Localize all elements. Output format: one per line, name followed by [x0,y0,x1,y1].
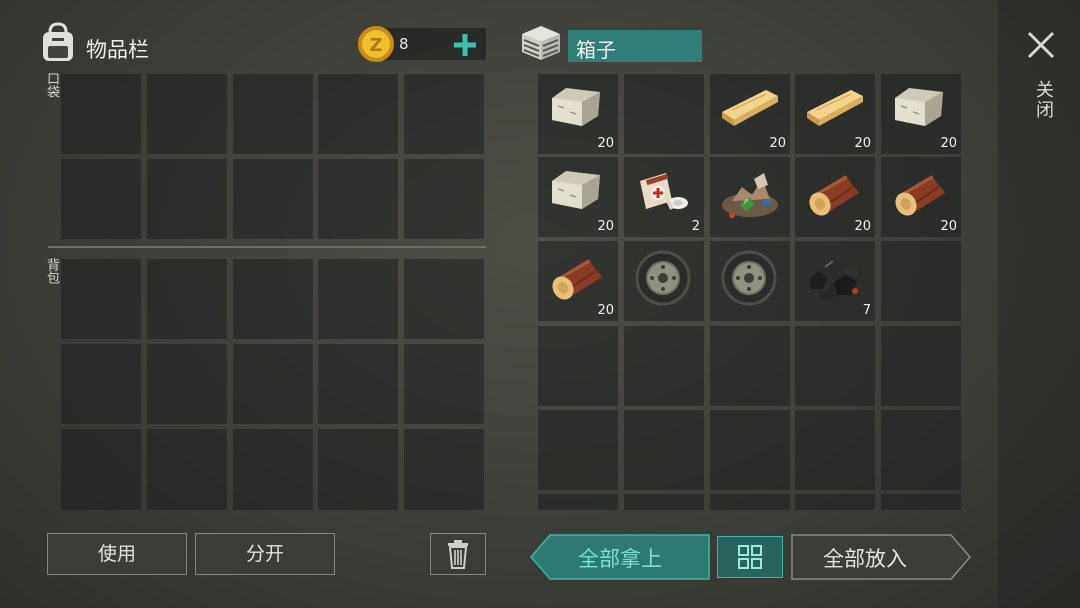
container-title-field[interactable]: 箱子 [568,30,702,62]
container-slot[interactable] [710,326,790,406]
container-slot[interactable] [795,494,875,510]
container-slot[interactable] [710,494,790,510]
container-slot[interactable]: 20 [538,241,618,321]
pocket-slot[interactable] [404,74,484,154]
backpack-label: 背包 [44,258,59,284]
backpack-slot[interactable] [318,344,398,424]
backpack-slot[interactable] [233,429,313,510]
pocket-slot[interactable] [318,159,398,239]
box-icon [518,22,564,62]
pocket-slot[interactable] [233,74,313,154]
close-icon[interactable] [1026,30,1056,60]
backpack-slot[interactable] [147,259,227,339]
item-count: 20 [940,136,957,151]
container-slot[interactable]: 20 [538,74,618,154]
backpack-slot[interactable] [404,429,484,510]
pocket-slot[interactable] [61,159,141,239]
backpack-slot[interactable] [61,259,141,339]
pocket-slot[interactable] [404,159,484,239]
container-slot[interactable]: 20 [795,74,875,154]
backpack-slot[interactable] [233,259,313,339]
sort-button[interactable] [717,536,783,578]
coin-count: 8 [399,35,409,53]
split-button[interactable]: 分开 [195,533,335,575]
item-count: 20 [597,303,614,318]
container-slot[interactable]: 20 [881,74,961,154]
container-slot[interactable] [538,494,618,510]
container-slot[interactable] [881,410,961,490]
take-all-button[interactable]: 全部拿上 [530,534,710,580]
item-count: 20 [597,136,614,151]
container-slot[interactable] [710,241,790,321]
inventory-title: 物品栏 [86,38,149,62]
backpack-slot[interactable] [61,344,141,424]
container-slot[interactable] [624,241,704,321]
container-slot[interactable] [710,410,790,490]
backpack-slot[interactable] [233,344,313,424]
container-slot[interactable] [881,241,961,321]
container-slot[interactable] [795,410,875,490]
item-count: 20 [769,136,786,151]
pocket-slot[interactable] [318,74,398,154]
use-button[interactable]: 使用 [47,533,187,575]
add-coins-plus-icon[interactable] [452,32,478,58]
pocket-slot[interactable] [61,74,141,154]
close-label[interactable]: 关闭 [1030,80,1056,120]
backpack-slot[interactable] [61,429,141,510]
container-slot[interactable]: 20 [881,157,961,237]
take-all-label: 全部拿上 [578,547,662,571]
container-slot[interactable]: 7 [795,241,875,321]
item-count: 20 [854,136,871,151]
pocket-slot[interactable] [147,74,227,154]
item-count: 20 [854,219,871,234]
item-count: 2 [691,219,700,234]
backpack-slot[interactable] [318,429,398,510]
item-count: 7 [862,303,871,318]
svg-text:Z: Z [369,35,382,56]
backpack-slot[interactable] [147,429,227,510]
container-slot[interactable] [710,157,790,237]
container-slot[interactable] [795,326,875,406]
container-slot[interactable]: 20 [795,157,875,237]
backpack-slot[interactable] [404,259,484,339]
put-all-button[interactable]: 全部放入 [791,534,971,580]
container-slot[interactable] [538,326,618,406]
backpack-slot[interactable] [318,259,398,339]
backpack-icon [38,22,78,64]
trash-icon [448,540,468,569]
pocket-slot[interactable] [233,159,313,239]
put-all-label: 全部放入 [823,547,907,571]
container-slot[interactable]: 2 [624,157,704,237]
container-slot[interactable]: 20 [538,157,618,237]
container-slot[interactable] [624,410,704,490]
pocket-label: 口袋 [44,72,59,98]
backpack-slot[interactable] [147,344,227,424]
container-slot[interactable] [624,326,704,406]
coin-icon: Z [356,24,396,64]
pocket-divider [48,246,486,248]
trash-button[interactable] [430,533,486,575]
container-slot[interactable]: 20 [710,74,790,154]
container-slot[interactable] [624,494,704,510]
item-count: 20 [940,219,957,234]
backpack-slot[interactable] [404,344,484,424]
item-count: 20 [597,219,614,234]
pocket-slot[interactable] [147,159,227,239]
container-slot[interactable] [538,410,618,490]
container-title: 箱子 [576,38,616,62]
container-slot[interactable] [881,326,961,406]
container-slot[interactable] [881,494,961,510]
grid-sort-icon [738,545,762,569]
container-slot[interactable] [624,74,704,154]
